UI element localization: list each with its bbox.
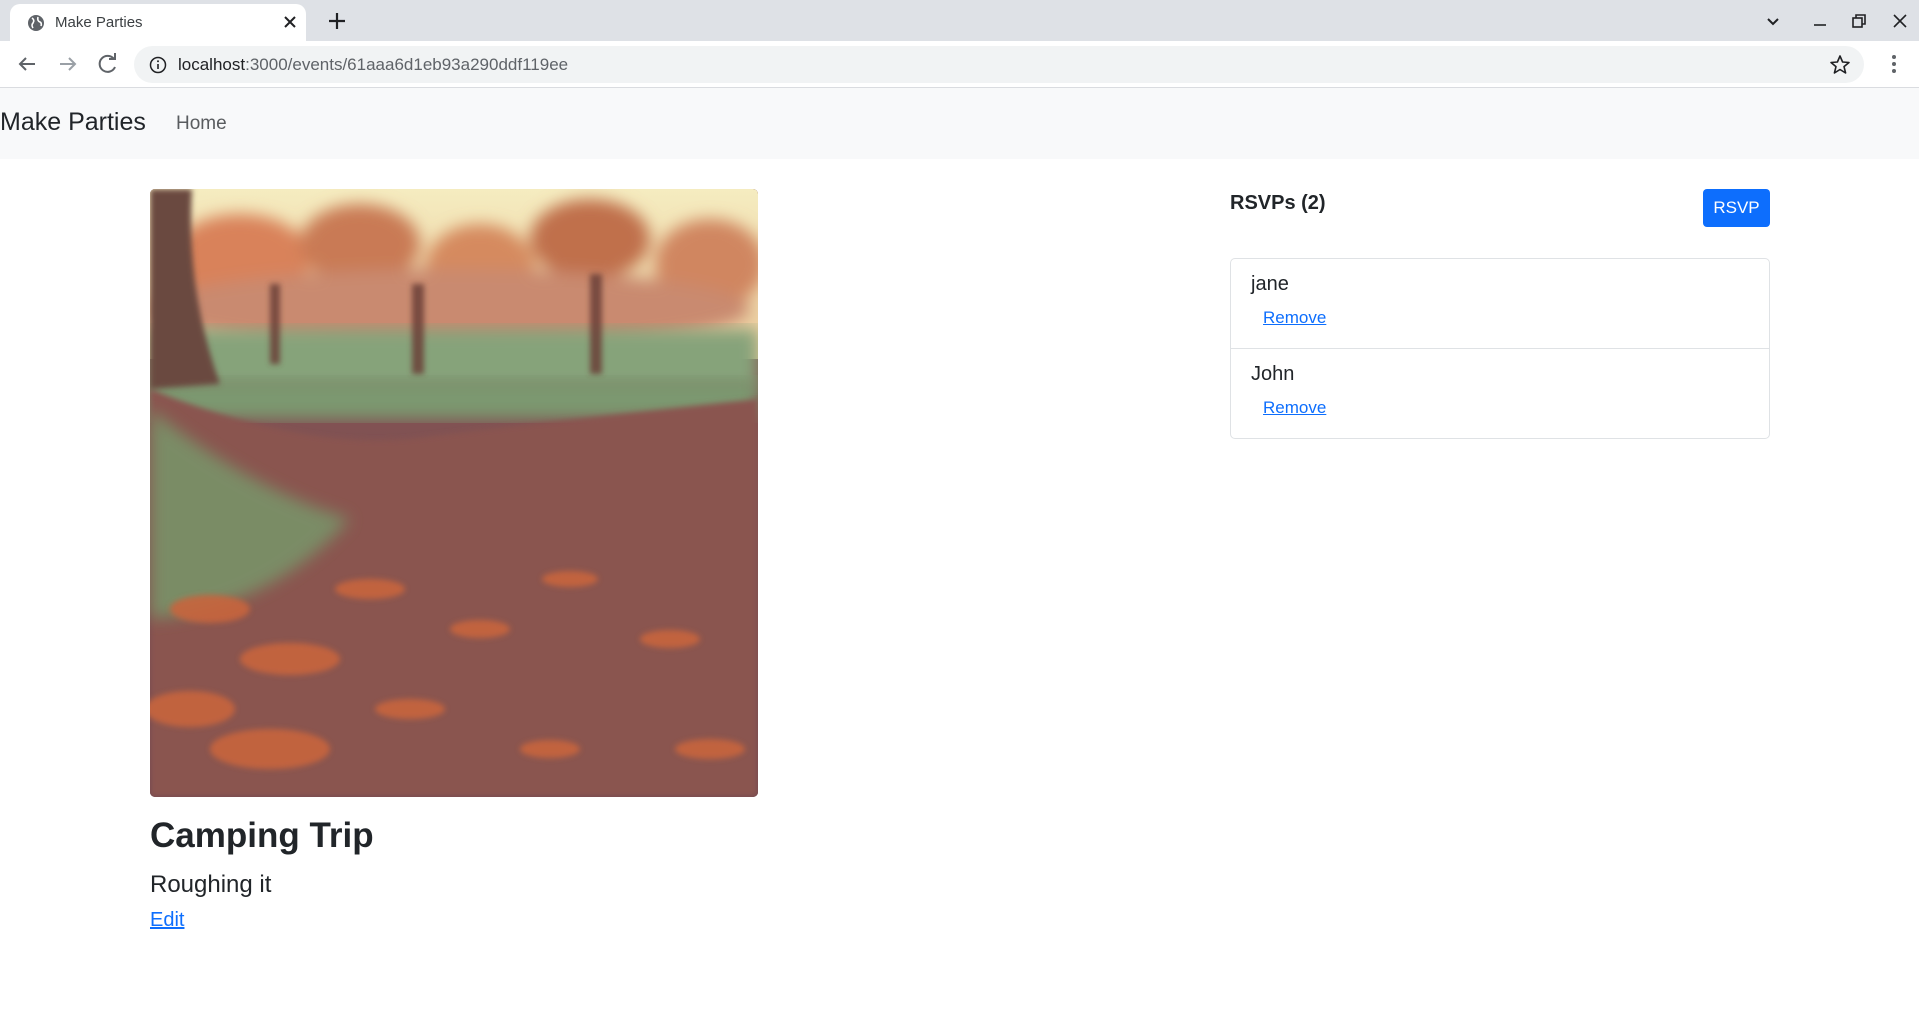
rsvp-name: jane xyxy=(1251,273,1289,295)
browser-menu-icon[interactable] xyxy=(1880,50,1908,78)
rsvp-list-item: jane Remove xyxy=(1231,259,1769,349)
minimize-icon[interactable] xyxy=(1809,10,1831,32)
restore-icon[interactable] xyxy=(1848,10,1870,32)
browser-tab[interactable]: Make Parties xyxy=(10,4,306,41)
url-text: localhost:3000/events/61aaa6d1eb93a290dd… xyxy=(178,55,568,75)
remove-rsvp-link[interactable]: Remove xyxy=(1263,398,1326,418)
browser-tab-strip: Make Parties xyxy=(0,0,1919,41)
site-info-icon[interactable] xyxy=(148,55,168,75)
event-image xyxy=(150,189,758,797)
reload-icon[interactable] xyxy=(94,50,122,78)
address-bar[interactable]: localhost:3000/events/61aaa6d1eb93a290dd… xyxy=(134,46,1864,83)
globe-icon xyxy=(28,15,44,31)
new-tab-icon[interactable] xyxy=(324,8,350,34)
browser-toolbar: localhost:3000/events/61aaa6d1eb93a290dd… xyxy=(0,41,1919,88)
rsvp-name: John xyxy=(1251,363,1295,385)
back-icon[interactable] xyxy=(13,50,41,78)
rsvp-heading: RSVPs (2) xyxy=(1230,192,1326,214)
remove-rsvp-link[interactable]: Remove xyxy=(1263,308,1326,328)
close-window-icon[interactable] xyxy=(1889,10,1911,32)
event-photo xyxy=(150,189,758,797)
app-navbar: Make Parties Home xyxy=(0,88,1919,159)
nav-home-link[interactable]: Home xyxy=(176,113,227,135)
url-path: :3000/events/61aaa6d1eb93a290ddf119ee xyxy=(245,55,569,74)
url-host: localhost xyxy=(178,55,246,74)
tab-title: Make Parties xyxy=(55,14,143,31)
edit-event-link[interactable]: Edit xyxy=(150,909,184,932)
brand-link[interactable]: Make Parties xyxy=(0,108,146,137)
bookmark-star-icon[interactable] xyxy=(1828,53,1852,77)
tab-search-icon[interactable] xyxy=(1762,10,1784,32)
rsvp-list: jane Remove John Remove xyxy=(1230,258,1770,439)
close-tab-icon[interactable] xyxy=(280,12,300,32)
forward-icon[interactable] xyxy=(54,50,82,78)
rsvp-list-item: John Remove xyxy=(1231,349,1769,438)
event-title: Camping Trip xyxy=(150,816,374,855)
event-description: Roughing it xyxy=(150,871,272,898)
rsvp-button[interactable]: RSVP xyxy=(1703,189,1770,227)
